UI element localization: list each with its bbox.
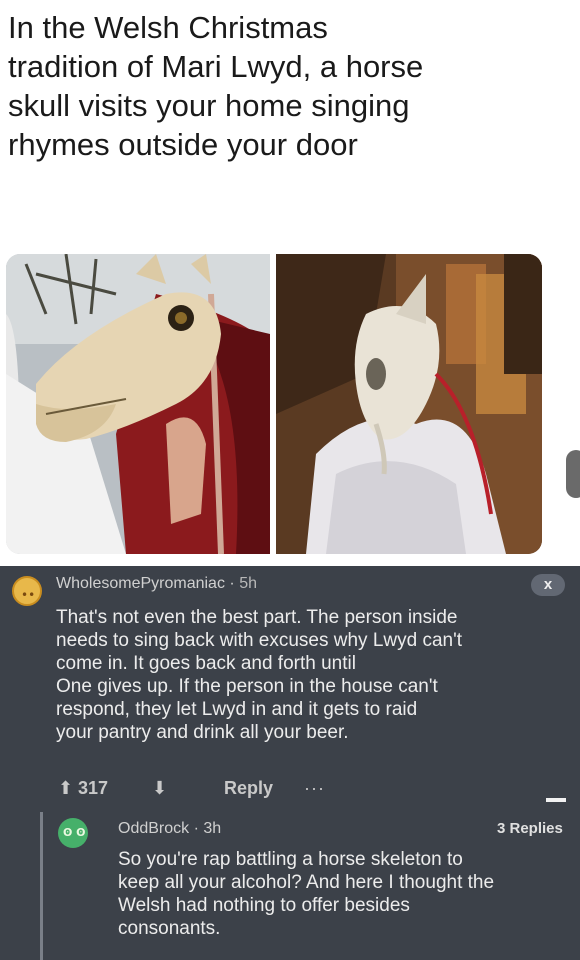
avatar[interactable]: ••: [12, 576, 42, 606]
close-button[interactable]: x: [531, 574, 565, 596]
avatar[interactable]: ʘ ʘ: [58, 818, 88, 848]
caption-line: In the Welsh Christmas: [8, 10, 328, 45]
top-comment: •• WholesomePyromaniac · 5h x That's not…: [0, 566, 580, 811]
reply-button[interactable]: Reply: [224, 778, 273, 799]
comment-line: One gives up. If the person in the house…: [56, 676, 438, 697]
scroll-handle[interactable]: [566, 450, 580, 498]
comment-line: your pantry and drink all your beer.: [56, 722, 349, 743]
upvote-icon[interactable]: ⬆: [58, 778, 73, 799]
photo-left[interactable]: [6, 254, 270, 554]
comment-line: That's not even the best part. The perso…: [56, 607, 458, 628]
photo-pair: [6, 254, 542, 554]
reply-line: keep all your alcohol? And here I though…: [118, 872, 495, 893]
reply-time: 3h: [203, 820, 222, 837]
horse-skull-red-cloak-image: [6, 254, 270, 554]
reply-meta: OddBrock · 3h: [118, 820, 221, 838]
meta-separator: ·: [229, 575, 235, 592]
reply-line: Welsh had nothing to offer besides: [118, 895, 410, 916]
comment-thread: •• WholesomePyromaniac · 5h x That's not…: [0, 566, 580, 960]
comment-line: respond, they let Lwyd in and it gets to…: [56, 699, 418, 720]
meme-caption: In the Welsh Christmas tradition of Mari…: [8, 8, 574, 164]
comment-body: That's not even the best part. The perso…: [56, 606, 576, 744]
downvote-icon[interactable]: ⬇: [152, 778, 167, 799]
photo-right[interactable]: [276, 254, 542, 554]
reply-body: So you're rap battling a horse skeleton …: [118, 848, 580, 940]
avatar-face-icon: ʘ ʘ: [63, 826, 86, 839]
avatar-face-icon: ••: [21, 588, 36, 602]
reply-comment: ʘ ʘ OddBrock · 3h 3 Replies So you're ra…: [40, 812, 580, 960]
caption-line: tradition of Mari Lwyd, a horse: [8, 49, 424, 84]
caption-line: rhymes outside your door: [8, 127, 358, 162]
comment-time: 5h: [239, 575, 257, 592]
comment-line: needs to sing back with excuses why Lwyd…: [56, 630, 463, 651]
reply-line: So you're rap battling a horse skeleton …: [118, 849, 463, 870]
caption-line: skull visits your home singing: [8, 88, 410, 123]
collapse-icon[interactable]: [546, 798, 566, 802]
reply-username[interactable]: OddBrock: [118, 820, 189, 837]
reply-line: consonants.: [118, 918, 221, 939]
meta-separator: ·: [193, 820, 199, 837]
upvote-count: 317: [78, 778, 109, 798]
more-options-icon[interactable]: ···: [304, 778, 325, 799]
comment-meta: WholesomePyromaniac · 5h: [56, 575, 257, 593]
comment-username[interactable]: WholesomePyromaniac: [56, 575, 225, 592]
replies-count-button[interactable]: 3 Replies: [497, 820, 563, 837]
horse-skull-white-sheet-image: [276, 254, 542, 554]
comment-line: come in. It goes back and forth until: [56, 653, 356, 674]
